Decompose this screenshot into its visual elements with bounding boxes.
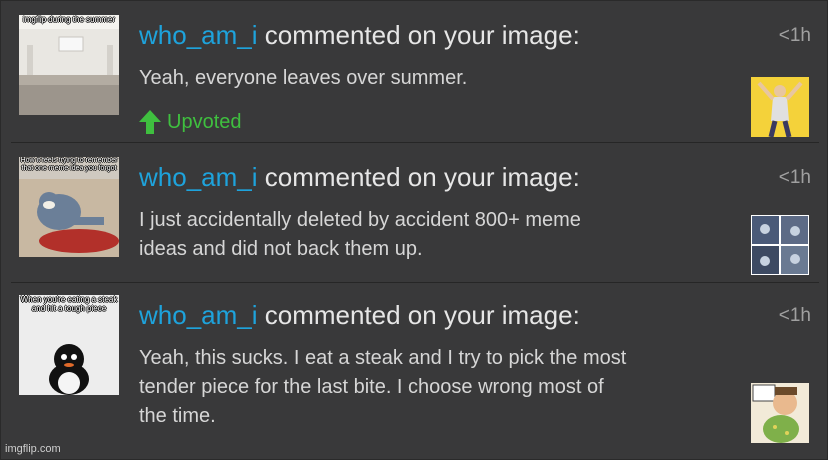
username-link[interactable]: who_am_i <box>139 300 258 330</box>
thumb-caption: When you're eating a steak and hit a tou… <box>20 295 118 313</box>
thumb-caption: imgflip during the summer <box>22 15 116 24</box>
notification-header: who_am_i commented on your image: <box>139 20 580 51</box>
imgflip-watermark: imgflip.com <box>5 443 61 455</box>
timestamp: <1h <box>778 25 811 46</box>
cartoon-cat-image-icon[interactable]: How it feels trying to remember that one… <box>19 157 119 257</box>
penguin-image-icon[interactable]: When you're eating a steak and hit a tou… <box>19 295 119 395</box>
timestamp: <1h <box>778 167 811 188</box>
comment-text: Yeah, everyone leaves over summer. <box>139 64 467 93</box>
comment-line: I just accidentally deleted by accident … <box>139 209 581 231</box>
comment-line: ideas and did not back them up. <box>139 238 423 260</box>
upvote-status: Upvoted <box>139 110 242 134</box>
thumb-caption: How it feels trying to remember that one… <box>20 157 118 172</box>
upvote-label: Upvoted <box>167 110 242 133</box>
notification-item[interactable]: When you're eating a steak and hit a tou… <box>1 283 828 459</box>
cartoon-character-avatar-icon[interactable] <box>751 383 809 443</box>
action-text: commented on your image: <box>257 20 580 50</box>
comment-line: Yeah, this sucks. I eat a steak and I tr… <box>139 347 627 369</box>
comic-panels-avatar-icon[interactable] <box>751 215 809 275</box>
action-text: commented on your image: <box>257 300 580 330</box>
notification-item[interactable]: How it feels trying to remember that one… <box>1 143 828 281</box>
upvote-arrow-icon <box>139 110 161 134</box>
action-text: commented on your image: <box>257 162 580 192</box>
comment-text: Yeah, this sucks. I eat a steak and I tr… <box>139 344 626 431</box>
comic-hero-avatar-icon[interactable] <box>751 77 809 137</box>
notification-item[interactable]: imgflip during the summer who_am_i comme… <box>1 1 828 141</box>
notification-header: who_am_i commented on your image: <box>139 300 580 331</box>
username-link[interactable]: who_am_i <box>139 162 258 192</box>
comment-line: Yeah, everyone leaves over summer. <box>139 67 468 89</box>
comment-line: the time. <box>139 405 216 427</box>
notification-header: who_am_i commented on your image: <box>139 162 580 193</box>
comment-text: I just accidentally deleted by accident … <box>139 206 581 264</box>
timestamp: <1h <box>778 305 811 326</box>
empty-room-image-icon[interactable]: imgflip during the summer <box>19 15 119 115</box>
username-link[interactable]: who_am_i <box>139 20 258 50</box>
notifications-panel: imgflip during the summer who_am_i comme… <box>0 0 828 460</box>
comment-line: tender piece for the last bite. I choose… <box>139 376 604 398</box>
